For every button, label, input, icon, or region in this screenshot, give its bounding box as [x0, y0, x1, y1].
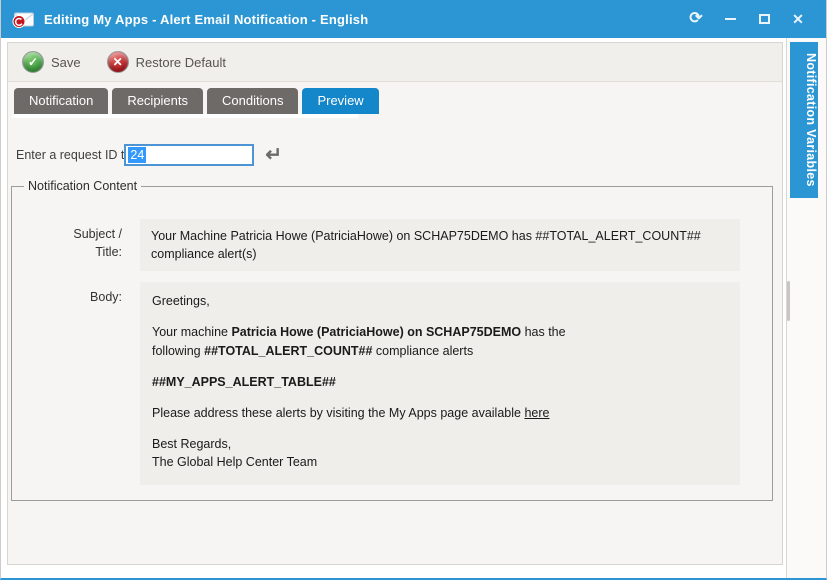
app-window: Editing My Apps - Alert Email Notificati…: [0, 0, 827, 580]
main-panel: ✓ Save ✕ Restore Default Notification Re…: [7, 42, 783, 565]
request-id-input[interactable]: 24: [124, 144, 254, 166]
tab-conditions[interactable]: Conditions: [207, 88, 298, 114]
minimize-icon: [725, 18, 736, 20]
restore-default-label: Restore Default: [136, 55, 226, 70]
body-cta-line: Please address these alerts by visiting …: [152, 404, 728, 422]
close-button[interactable]: ✕: [790, 11, 806, 27]
body-machine-line: Your machine Patricia Howe (PatriciaHowe…: [152, 323, 728, 359]
body-signoff: Best Regards, The Global Help Center Tea…: [152, 435, 728, 471]
notification-content-title: Notification Content: [24, 179, 141, 193]
window-controls: ⟳ ✕: [688, 11, 826, 27]
titlebar: Editing My Apps - Alert Email Notificati…: [1, 0, 826, 38]
subject-title-label: Subject / Title:: [12, 219, 122, 271]
tab-recipients[interactable]: Recipients: [112, 88, 203, 114]
sidebar-splitter-handle[interactable]: [787, 281, 790, 321]
toolbar: ✓ Save ✕ Restore Default: [8, 43, 782, 82]
restore-default-button[interactable]: ✕ Restore Default: [107, 51, 226, 73]
alert-table-variable: ##MY_APPS_ALERT_TABLE##: [152, 373, 728, 391]
right-sidebar: Notification Variables: [786, 38, 826, 578]
enter-return-icon: ↵: [265, 145, 282, 165]
save-check-icon: ✓: [22, 51, 44, 73]
window-title: Editing My Apps - Alert Email Notificati…: [44, 12, 368, 27]
maximize-button[interactable]: [756, 11, 772, 27]
notification-variables-tab[interactable]: Notification Variables: [790, 42, 818, 198]
tab-bar: Notification Recipients Conditions Previ…: [8, 82, 782, 114]
main-column: ✓ Save ✕ Restore Default Notification Re…: [1, 38, 786, 578]
refresh-icon[interactable]: ⟳: [688, 11, 704, 27]
here-link[interactable]: here: [524, 406, 549, 420]
request-id-selected-value: 24: [128, 147, 146, 163]
request-id-row: Enter a request ID t 24 ↵: [16, 144, 782, 166]
body-value: Greetings, Your machine Patricia Howe (P…: [140, 282, 740, 485]
machine-variable: Patricia Howe (PatriciaHowe) on SCHAP75D…: [231, 325, 521, 339]
app-envelope-icon: [11, 9, 35, 29]
preview-tab-content: Enter a request ID t 24 ↵ Notification C…: [8, 118, 782, 564]
request-id-label: Enter a request ID t: [16, 148, 124, 162]
window-body: ✓ Save ✕ Restore Default Notification Re…: [1, 38, 826, 578]
save-button-label: Save: [51, 55, 81, 70]
subject-value: Your Machine Patricia Howe (PatriciaHowe…: [140, 219, 740, 271]
alert-count-variable: ##TOTAL_ALERT_COUNT##: [204, 344, 372, 358]
tab-notification[interactable]: Notification: [14, 88, 108, 114]
minimize-button[interactable]: [722, 11, 738, 27]
body-label: Body:: [12, 282, 122, 485]
body-greeting: Greetings,: [152, 292, 728, 310]
restore-x-icon: ✕: [107, 51, 129, 73]
save-button[interactable]: ✓ Save: [22, 51, 81, 73]
notification-content-group: Notification Content Subject / Title: Yo…: [11, 179, 773, 501]
tab-preview[interactable]: Preview: [302, 88, 378, 114]
maximize-icon: [759, 14, 770, 24]
preview-fields: Subject / Title: Your Machine Patricia H…: [12, 193, 772, 485]
